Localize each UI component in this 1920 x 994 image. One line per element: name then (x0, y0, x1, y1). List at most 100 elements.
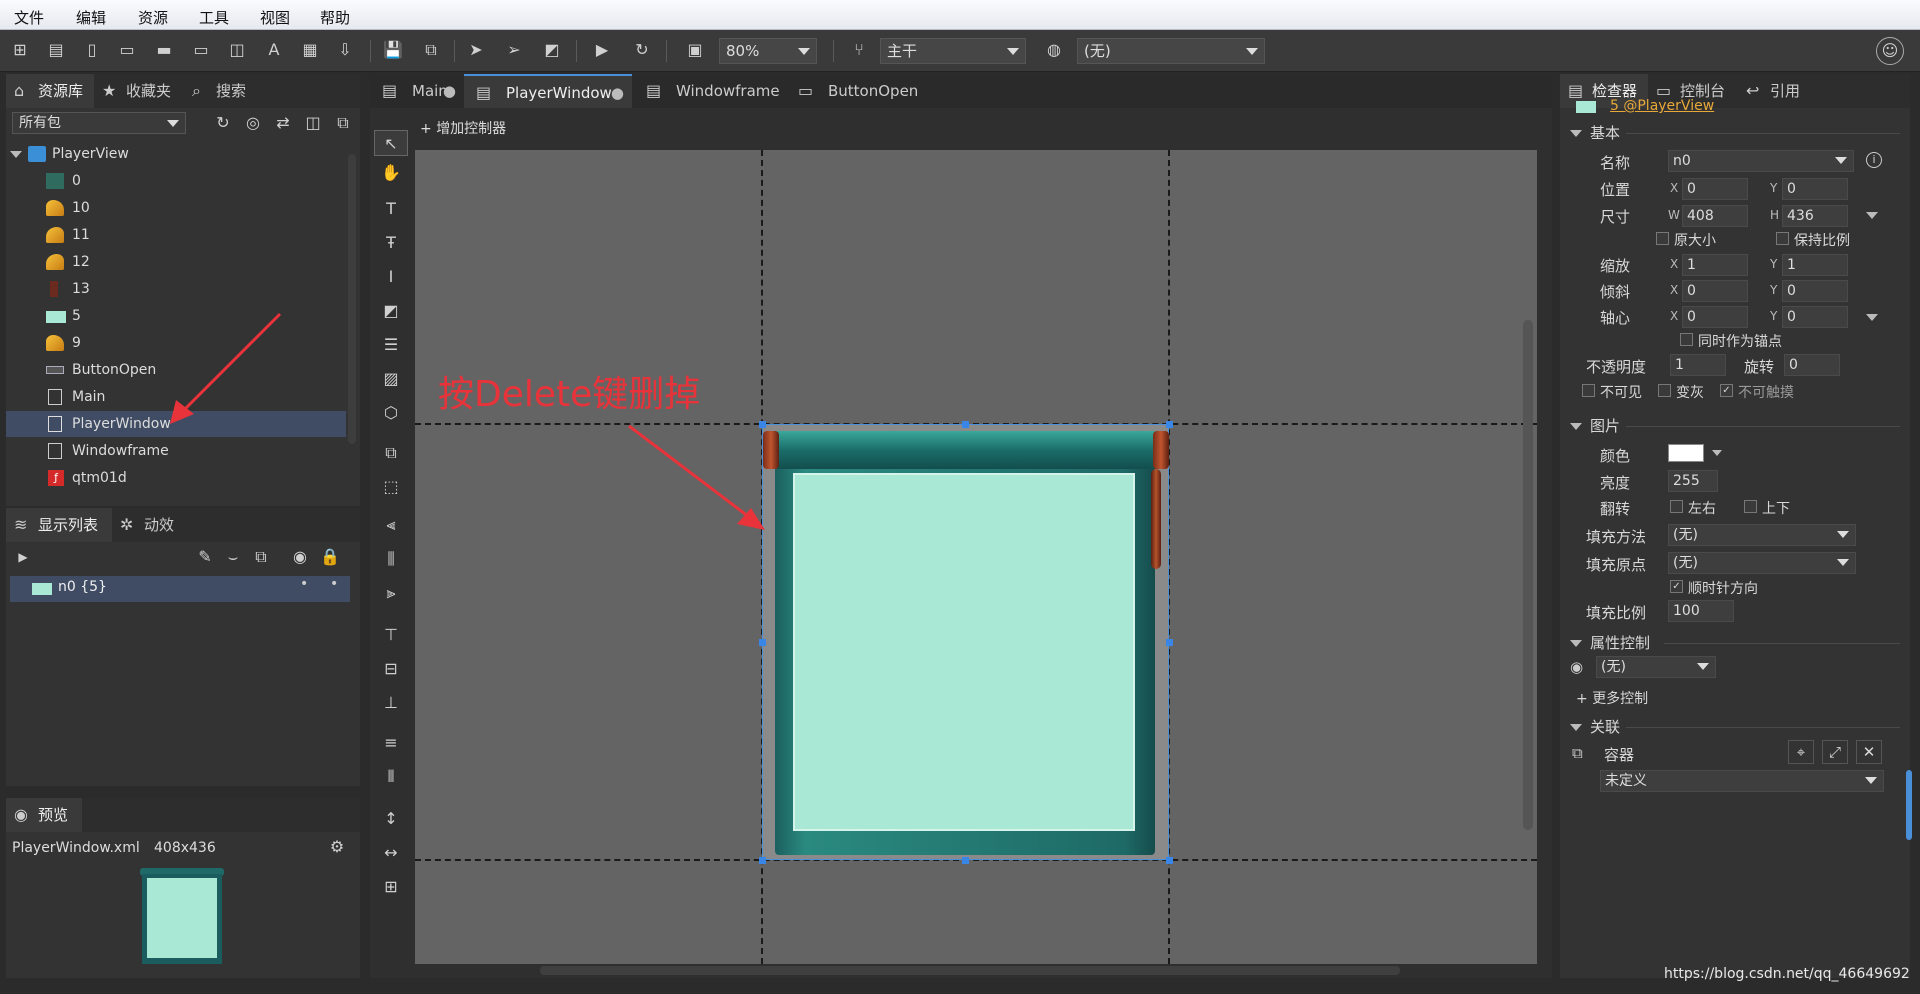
clockwise-checkbox[interactable]: ✓ (1670, 580, 1683, 593)
relation-target-select[interactable]: 未定义 (1600, 770, 1884, 792)
pivot-y-input[interactable]: 0 (1782, 306, 1848, 328)
lock-icon[interactable]: 🔒 (319, 546, 341, 568)
menu-tools[interactable]: 工具 (199, 7, 229, 28)
orig-size-checkbox[interactable] (1656, 232, 1669, 245)
tree-root[interactable]: PlayerView (6, 141, 346, 167)
fill-method-select[interactable]: (无) (1668, 524, 1856, 546)
scale-y-input[interactable]: 1 (1782, 254, 1848, 276)
menu-edit[interactable]: 编辑 (76, 7, 106, 28)
copy-icon[interactable]: ⧉ (250, 546, 272, 568)
rich-text-tool-icon[interactable]: Ŧ (374, 230, 408, 256)
invisible-checkbox[interactable] (1582, 384, 1595, 397)
branch-icon[interactable]: ⑂ (848, 39, 870, 61)
3d-tool-icon[interactable]: ⬡ (374, 400, 408, 426)
name-input[interactable]: n0 (1668, 150, 1854, 172)
keep-ratio-checkbox[interactable] (1776, 232, 1789, 245)
split-view-icon[interactable]: ◫ (302, 112, 324, 134)
rotation-input[interactable]: 0 (1784, 354, 1840, 376)
tab-transitions[interactable]: ✲ 动效 (112, 508, 188, 542)
color-swatch[interactable] (1668, 444, 1704, 462)
color-menu-icon[interactable] (1712, 450, 1722, 456)
section-relations[interactable]: 关联 (1570, 716, 1620, 737)
same-width-icon[interactable]: ↔ (374, 840, 408, 866)
pos-x-input[interactable]: 0 (1682, 178, 1748, 200)
tree-item[interactable]: 11 (6, 222, 346, 248)
tab-references[interactable]: ↩ 引用 (1738, 74, 1808, 108)
brightness-input[interactable]: 255 (1668, 470, 1718, 492)
pos-y-input[interactable]: 0 (1782, 178, 1848, 200)
close-icon[interactable]: ✕ (1856, 740, 1882, 764)
collapse-icon[interactable]: ⧉ (332, 112, 354, 134)
stage-canvas[interactable]: 按Delete键删掉 (415, 150, 1537, 964)
branch-select[interactable]: 主干 (880, 38, 1026, 64)
section-image[interactable]: 图片 (1570, 415, 1620, 436)
size-menu-icon[interactable] (1866, 212, 1878, 219)
refresh-icon[interactable]: ↻ (212, 112, 234, 134)
fill-origin-select[interactable]: (无) (1668, 552, 1856, 574)
tree-item[interactable]: 0 (6, 168, 346, 194)
align-left-icon[interactable]: ⫷ (374, 512, 408, 538)
as-anchor-checkbox[interactable] (1680, 333, 1693, 346)
same-height-icon[interactable]: ↕ (374, 806, 408, 832)
new-button-icon[interactable]: ▭ (116, 39, 138, 61)
zoom-select[interactable]: 80% (719, 38, 817, 64)
gear-icon[interactable]: ⚙ (326, 836, 348, 858)
publish-all-icon[interactable]: ➢ (503, 39, 525, 61)
hide-icon[interactable]: ⌣ (222, 546, 244, 568)
text-tool-icon[interactable]: T (374, 196, 408, 222)
input-text-tool-icon[interactable]: I (374, 264, 408, 290)
display-item-selected[interactable]: n0 {5} • • (10, 576, 350, 602)
tree-item[interactable]: 12 (6, 249, 346, 275)
eye-icon[interactable]: ◉ (289, 546, 311, 568)
section-basic[interactable]: 基本 (1570, 122, 1620, 143)
new-combobox-icon[interactable]: ▬ (153, 39, 175, 61)
section-property-control[interactable]: 属性控制 (1570, 632, 1650, 653)
align-middle-icon[interactable]: ⊟ (374, 656, 408, 682)
tab-preview[interactable]: ◉ 预览 (6, 798, 82, 832)
group-tool-icon[interactable]: ⧉ (374, 440, 408, 466)
pivot-menu-icon[interactable] (1866, 314, 1878, 321)
tab-search[interactable]: ⌕ 搜索 (184, 74, 264, 108)
align-center-icon[interactable]: ⫼ (374, 546, 408, 572)
loader-tool-icon[interactable]: ◩ (374, 298, 408, 324)
height-input[interactable]: 436 (1782, 205, 1848, 227)
transform-tool-icon[interactable]: ⬚ (374, 474, 408, 500)
pivot-x-input[interactable]: 0 (1682, 306, 1748, 328)
canvas-hscrollbar[interactable] (540, 966, 1400, 975)
screen-icon[interactable]: ▣ (684, 39, 706, 61)
tab-library[interactable]: ⌂ 资源库 (6, 74, 94, 108)
canvas-vscrollbar[interactable] (1523, 320, 1533, 830)
save-icon[interactable]: 💾 (382, 39, 404, 61)
language-select[interactable]: (无) (1077, 38, 1265, 64)
select-tool-icon[interactable]: ↖ (374, 130, 408, 156)
menu-file[interactable]: 文件 (14, 7, 44, 28)
hand-tool-icon[interactable]: ✋ (374, 160, 408, 186)
user-avatar-icon[interactable]: ☺ (1876, 37, 1904, 65)
package-select[interactable]: 所有包 (12, 112, 186, 134)
swap-icon[interactable]: ⇄ (272, 112, 294, 134)
globe-icon[interactable]: ◍ (1043, 39, 1065, 61)
more-control-button[interactable]: + 更多控制 (1576, 688, 1648, 708)
scale-x-input[interactable]: 1 (1682, 254, 1748, 276)
flip-h-checkbox[interactable] (1670, 500, 1683, 513)
target-icon[interactable]: ⌖ (1788, 740, 1814, 764)
pencil-icon[interactable]: ✎ (194, 546, 216, 568)
tree-item[interactable]: Windowframe (6, 438, 346, 464)
skew-y-input[interactable]: 0 (1782, 280, 1848, 302)
new-progress-icon[interactable]: ▭ (190, 39, 212, 61)
new-label-icon[interactable]: ▯ (81, 39, 103, 61)
info-icon[interactable]: i (1866, 152, 1882, 168)
graph-tool-icon[interactable]: ▨ (374, 366, 408, 392)
distribute-h-icon[interactable]: ⦀ (374, 764, 408, 790)
menu-view[interactable]: 视图 (260, 7, 290, 28)
new-font-icon[interactable]: A (263, 39, 285, 61)
align-right-icon[interactable]: ⫸ (374, 580, 408, 606)
new-package-icon[interactable]: ⊞ (9, 39, 31, 61)
import-icon[interactable]: ⇩ (334, 39, 356, 61)
play-small-icon[interactable]: ▶ (12, 546, 34, 568)
untouchable-checkbox[interactable]: ✓ (1720, 384, 1733, 397)
tab-buttonopen[interactable]: ▭ ButtonOpen (784, 74, 934, 108)
inspector-scrollbar[interactable] (1906, 770, 1912, 840)
alpha-input[interactable]: 1 (1670, 354, 1726, 376)
refresh-icon[interactable]: ↻ (631, 39, 653, 61)
